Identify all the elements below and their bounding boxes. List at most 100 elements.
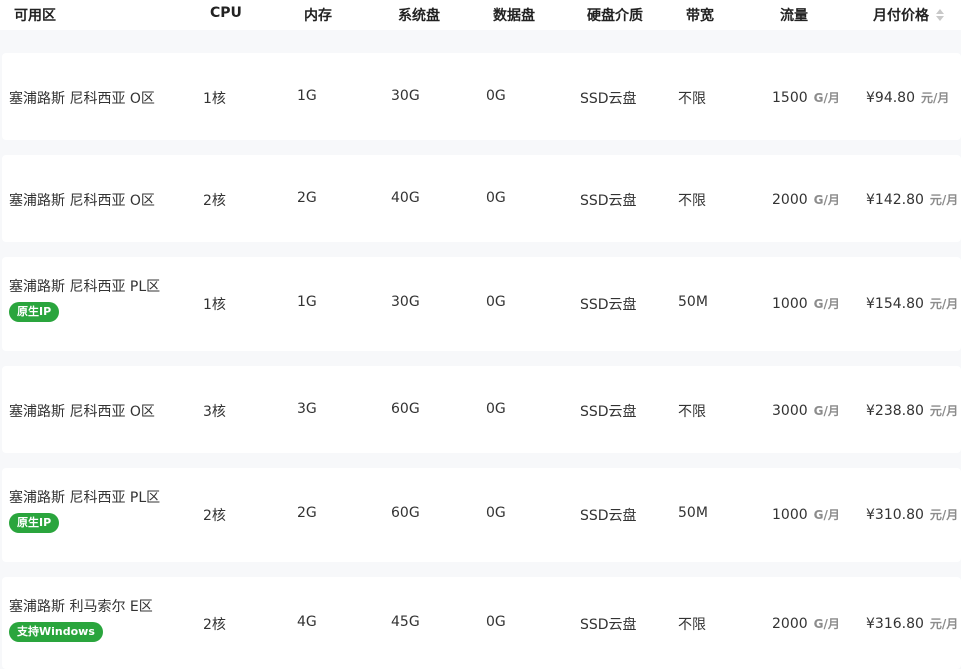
traffic-unit: G/月 — [813, 508, 840, 522]
cell-bandwidth: 不限 — [678, 193, 706, 209]
cell-bandwidth: 不限 — [678, 91, 706, 107]
region-name: 塞浦路斯 尼科西亚 O区 — [9, 193, 155, 209]
cell-disk-media: SSD云盘 — [580, 91, 637, 107]
cell-price: ¥142.80 元/月 — [866, 191, 958, 208]
cell-memory: 3G — [297, 401, 317, 417]
cell-system-disk: 45G — [391, 614, 420, 630]
header-memory: 内存 — [304, 8, 332, 24]
cell-memory: 4G — [297, 614, 317, 630]
traffic-unit: G/月 — [813, 91, 840, 105]
cell-disk-media: SSD云盘 — [580, 404, 637, 420]
traffic-value: 1500 — [772, 90, 808, 106]
traffic-value: 2000 — [772, 192, 808, 208]
header-disk-media: 硬盘介质 — [587, 8, 643, 24]
cell-system-disk: 30G — [391, 88, 420, 104]
header-data-disk: 数据盘 — [493, 8, 535, 24]
sort-updown-icon[interactable] — [935, 8, 945, 22]
header-system-disk: 系统盘 — [398, 8, 440, 24]
traffic-unit: G/月 — [813, 617, 840, 631]
price-value: ¥154.80 — [866, 296, 924, 312]
cell-traffic: 1000 G/月 — [772, 295, 840, 312]
cell-data-disk: 0G — [486, 614, 506, 630]
cell-price: ¥94.80 元/月 — [866, 89, 949, 106]
traffic-value: 3000 — [772, 403, 808, 419]
cell-system-disk: 30G — [391, 294, 420, 310]
price-unit: 元/月 — [929, 193, 959, 207]
table-row[interactable]: 塞浦路斯 利马索尔 E区支持Windows 2核 4G 45G 0G SSD云盘 不限 200… — [2, 577, 961, 669]
cell-traffic: 1000 G/月 — [772, 506, 840, 523]
cell-traffic: 3000 G/月 — [772, 402, 840, 419]
cell-disk-media: SSD云盘 — [580, 617, 637, 633]
header-traffic: 流量 — [780, 8, 808, 24]
price-value: ¥142.80 — [866, 192, 924, 208]
cell-memory: 2G — [297, 505, 317, 521]
table-row[interactable]: 塞浦路斯 尼科西亚 O区 2核 2G 40G 0G SSD云盘 不限 2000 G/月 ¥142.… — [2, 155, 961, 242]
header-region: 可用区 — [14, 8, 56, 24]
region-name: 塞浦路斯 尼科西亚 O区 — [9, 404, 155, 420]
feature-badge: 原生IP — [9, 302, 60, 322]
cell-bandwidth: 不限 — [678, 404, 706, 420]
cell-system-disk: 60G — [391, 401, 420, 417]
cell-price: ¥238.80 元/月 — [866, 402, 958, 419]
price-value: ¥238.80 — [866, 403, 924, 419]
header-bandwidth: 带宽 — [686, 8, 714, 24]
cell-price: ¥154.80 元/月 — [866, 295, 958, 312]
cell-traffic: 2000 G/月 — [772, 191, 840, 208]
cell-cpu: 1核 — [203, 91, 226, 107]
price-unit: 元/月 — [929, 297, 959, 311]
header-monthly-price-label: 月付价格 — [873, 8, 929, 24]
table-row[interactable]: 塞浦路斯 尼科西亚 PL区原生IP 2核 2G 60G 0G SSD云盘 50M 1000 G/… — [2, 468, 961, 562]
table-header: 可用区 CPU 内存 系统盘 数据盘 硬盘介质 带宽 流量 月付价格 — [0, 0, 961, 30]
price-unit: 元/月 — [929, 508, 959, 522]
price-value: ¥94.80 — [866, 90, 915, 106]
region-name: 塞浦路斯 尼科西亚 PL区 — [9, 490, 161, 506]
cell-data-disk: 0G — [486, 88, 506, 104]
traffic-unit: G/月 — [813, 404, 840, 418]
table-row[interactable]: 塞浦路斯 尼科西亚 O区 3核 3G 60G 0G SSD云盘 不限 3000 G/月 ¥238.… — [2, 366, 961, 453]
traffic-unit: G/月 — [813, 297, 840, 311]
cell-data-disk: 0G — [486, 294, 506, 310]
cell-traffic: 2000 G/月 — [772, 615, 840, 632]
cell-cpu: 2核 — [203, 508, 226, 524]
cell-system-disk: 60G — [391, 505, 420, 521]
region-name: 塞浦路斯 利马索尔 E区 — [9, 599, 153, 615]
cell-disk-media: SSD云盘 — [580, 508, 637, 524]
feature-badge: 原生IP — [9, 513, 60, 533]
price-unit: 元/月 — [921, 91, 950, 105]
cell-memory: 1G — [297, 88, 317, 104]
cell-data-disk: 0G — [486, 505, 506, 521]
feature-badge: 支持Windows — [9, 622, 103, 642]
cell-bandwidth: 不限 — [678, 617, 706, 633]
cell-disk-media: SSD云盘 — [580, 297, 637, 313]
price-unit: 元/月 — [929, 404, 959, 418]
cell-cpu: 1核 — [203, 297, 226, 313]
cell-data-disk: 0G — [486, 401, 506, 417]
price-value: ¥316.80 — [866, 616, 924, 632]
traffic-unit: G/月 — [813, 193, 840, 207]
header-cpu: CPU — [210, 5, 242, 21]
table-row[interactable]: 塞浦路斯 尼科西亚 PL区原生IP 1核 1G 30G 0G SSD云盘 50M 1000 G/… — [2, 257, 961, 351]
cell-system-disk: 40G — [391, 190, 420, 206]
price-value: ¥310.80 — [866, 507, 924, 523]
pricing-table: 可用区 CPU 内存 系统盘 数据盘 硬盘介质 带宽 流量 月付价格 塞浦路斯 … — [0, 0, 961, 669]
traffic-value: 1000 — [772, 507, 808, 523]
cell-bandwidth: 50M — [678, 294, 708, 310]
header-monthly-price[interactable]: 月付价格 — [873, 5, 945, 25]
cell-cpu: 2核 — [203, 617, 226, 633]
region-name: 塞浦路斯 尼科西亚 O区 — [9, 91, 155, 107]
cell-memory: 1G — [297, 294, 317, 310]
traffic-value: 2000 — [772, 616, 808, 632]
cell-bandwidth: 50M — [678, 505, 708, 521]
cell-price: ¥310.80 元/月 — [866, 506, 958, 523]
traffic-value: 1000 — [772, 296, 808, 312]
cell-data-disk: 0G — [486, 190, 506, 206]
table-row[interactable]: 塞浦路斯 尼科西亚 O区 1核 1G 30G 0G SSD云盘 不限 1500 G/月 ¥94.8… — [2, 53, 961, 140]
cell-memory: 2G — [297, 190, 317, 206]
price-unit: 元/月 — [929, 617, 959, 631]
cell-cpu: 2核 — [203, 193, 226, 209]
cell-cpu: 3核 — [203, 404, 226, 420]
cell-price: ¥316.80 元/月 — [866, 615, 958, 632]
region-name: 塞浦路斯 尼科西亚 PL区 — [9, 279, 161, 295]
cell-disk-media: SSD云盘 — [580, 193, 637, 209]
cell-traffic: 1500 G/月 — [772, 89, 840, 106]
